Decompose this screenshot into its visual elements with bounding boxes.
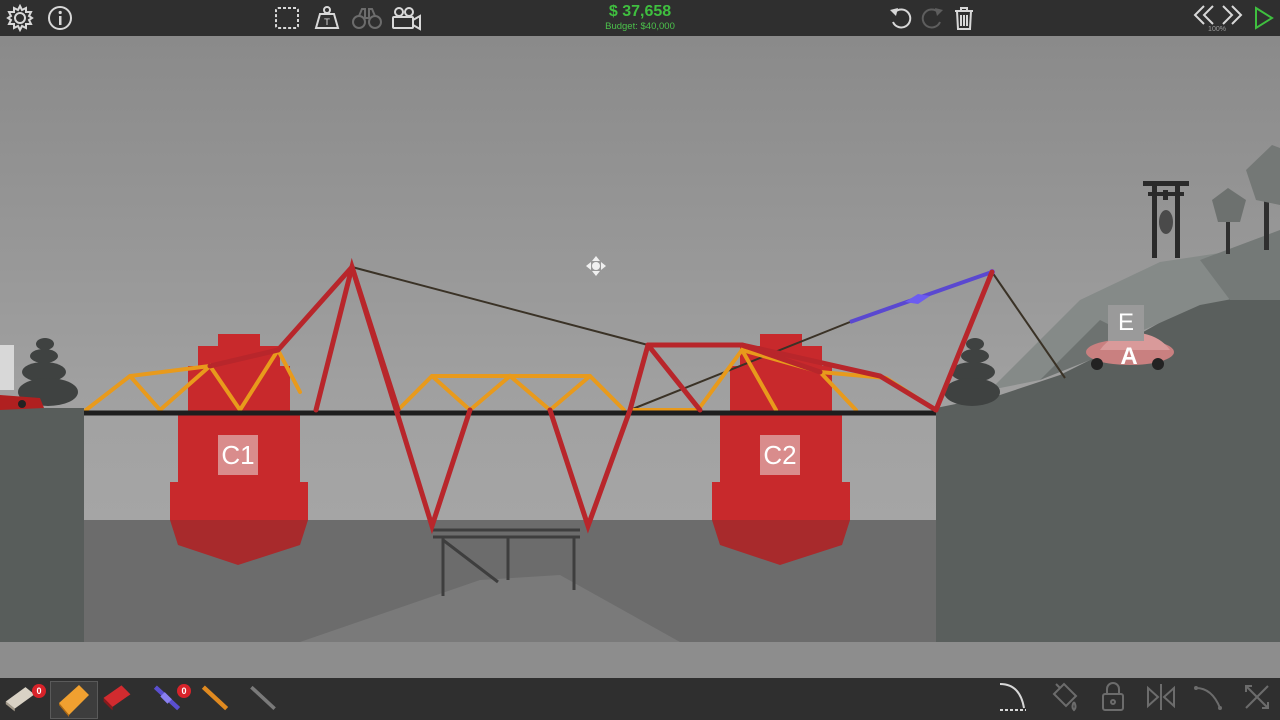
top-toolbar: T $ 37,658 Budget: $40,000 100%: [0, 0, 1280, 36]
redo-icon[interactable]: [915, 3, 949, 33]
trash-icon[interactable]: [947, 3, 981, 33]
lock-icon[interactable]: [1096, 682, 1130, 712]
budget-limit: Budget: $40,000: [605, 21, 675, 32]
info-icon[interactable]: [43, 3, 77, 33]
close-icon[interactable]: [1240, 682, 1274, 712]
weight-icon[interactable]: T: [310, 3, 344, 33]
hydraulic-material-count: 0: [177, 684, 191, 698]
game-viewport[interactable]: C1 C2 E A T $ 37,658 Budget: $40,000 100…: [0, 0, 1280, 720]
bottom-toolbar: 0 0: [0, 678, 1280, 720]
reinforced-road-material[interactable]: [50, 681, 98, 719]
pier-label-c2: C2: [760, 435, 800, 475]
camera-icon[interactable]: [390, 3, 424, 33]
wood-material[interactable]: [198, 682, 232, 712]
mirror-icon[interactable]: [1144, 682, 1178, 712]
checkpoint-label-e: E: [1108, 305, 1144, 341]
select-box-icon[interactable]: [270, 3, 304, 33]
steel-material[interactable]: [100, 682, 134, 712]
svg-text:T: T: [323, 18, 330, 28]
binoculars-icon[interactable]: [350, 3, 384, 33]
undo-icon[interactable]: [884, 3, 918, 33]
split-joint-icon[interactable]: [996, 682, 1030, 712]
rope-cable-material[interactable]: [246, 682, 280, 712]
road-material-count: 0: [32, 684, 46, 698]
sim-speed-label: 100%: [1208, 26, 1226, 33]
paint-bucket-icon[interactable]: [1046, 682, 1080, 712]
vehicle-label-a: A: [1120, 343, 1138, 370]
left-cliff: [0, 408, 84, 642]
current-cost: $ 37,658: [608, 3, 672, 20]
play-icon[interactable]: [1246, 3, 1280, 33]
budget-display: $ 37,658 Budget: $40,000: [580, 3, 700, 32]
bridge-scene[interactable]: [0, 0, 1280, 720]
pier-label-c1: C1: [218, 435, 258, 475]
curve-tool-icon[interactable]: [1192, 682, 1226, 712]
settings-gear-icon[interactable]: [3, 3, 37, 33]
